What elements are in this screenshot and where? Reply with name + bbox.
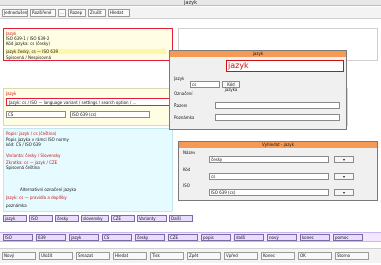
code-search-input[interactable]: cs: [209, 173, 329, 180]
search-dialog-title: Vyhledat - jazyk: [179, 142, 377, 148]
tab-jazyk[interactable]: jazyk: [3, 215, 27, 222]
status-bar: Nový Uložit Smazat Hledat Tisk Zpět Vpře…: [0, 248, 381, 263]
main-pane-label: Jazyk: [6, 91, 17, 96]
status-button-forward[interactable]: Vpřed: [224, 252, 258, 260]
tab-variants[interactable]: Varianty: [137, 215, 167, 222]
lower-pane-heading: Popis: jazyk / cs (čeština): [6, 131, 57, 136]
dialog-row-label: Poznámka: [174, 115, 195, 120]
top-pane: Jazyk ISO 639-1 / ISO 639-2 Kód jazyka: …: [3, 28, 173, 61]
note-field[interactable]: [215, 114, 340, 121]
status-button-ok[interactable]: OK: [298, 252, 332, 260]
toolbar-button-search[interactable]: Hledat: [108, 9, 130, 17]
dialog-row-label: Řazení: [174, 103, 188, 108]
status-button-save[interactable]: Uložit: [39, 252, 73, 260]
status-button-exit[interactable]: Konec: [261, 252, 295, 260]
search-field-label: ISO: [183, 183, 190, 188]
tab-row: jazyk ISO česky slovensky CZE Varianty D…: [3, 214, 378, 223]
name-input[interactable]: jazyk: [226, 60, 344, 72]
bottom-tab-strip: ISO 639 jazyk CS česky CZE popis další n…: [0, 232, 381, 242]
status-button-search[interactable]: Hledat: [113, 252, 147, 260]
bottom-tab[interactable]: další: [234, 234, 264, 241]
tab-czech[interactable]: česky: [55, 215, 79, 222]
status-button-new[interactable]: Nový: [2, 252, 36, 260]
lower-pane-line: Jazyk: cs — pravidla a doplňky: [6, 195, 67, 200]
status-button-back[interactable]: Zpět: [187, 252, 221, 260]
lower-pane-line: Varianta: česky / Slovensky: [6, 153, 61, 158]
search-field-label: Kód: [183, 167, 191, 172]
iso-field[interactable]: ISO 639 (cs): [70, 111, 150, 118]
sort-field[interactable]: [215, 102, 340, 109]
top-pane-line: Spisovná / Nespisovná: [6, 55, 52, 60]
lower-pane-line: poznámka: [6, 203, 27, 208]
dropdown-button[interactable]: ▾: [334, 189, 354, 196]
tab-slovak[interactable]: slovensky: [81, 215, 109, 222]
dropdown-button[interactable]: ▾: [334, 173, 354, 180]
lower-pane-line: Alternativní označení jazyka: [20, 187, 77, 192]
bottom-tab[interactable]: jazyk: [69, 234, 99, 241]
dropdown-button[interactable]: ▾: [334, 156, 354, 163]
dialog-title: jazyk: [170, 51, 346, 57]
bottom-tab[interactable]: popis: [201, 234, 231, 241]
top-pane-line: jazyk český, cs — ISO 639: [6, 49, 166, 54]
toolbar: Jednodušené Rozšířené ... Rozep Zrušit H…: [0, 7, 381, 19]
bottom-tab[interactable]: CZE: [168, 234, 198, 241]
status-button-delete[interactable]: Smazat: [76, 252, 110, 260]
highlight-row-text: Jazyk: cs / ISO — language variant / set…: [9, 100, 137, 105]
tab-more[interactable]: Další: [169, 215, 193, 222]
name-search-input[interactable]: česky: [209, 156, 329, 163]
dialog-row-label: Označení: [174, 91, 193, 96]
code-field[interactable]: CS: [6, 111, 66, 118]
jazyk-dialog: jazyk jazyk Jazyk cs Kód jazyka Označení…: [169, 50, 347, 130]
select-button[interactable]: Kód jazyka: [222, 81, 240, 92]
bottom-tab[interactable]: pomoc: [333, 234, 363, 241]
bottom-tab[interactable]: ISO: [3, 234, 33, 241]
lower-pane: Popis: jazyk / cs (čeština) Popis jazyka…: [3, 128, 173, 212]
dialog-row-label: Jazyk: [174, 76, 185, 81]
toolbar-button-simple[interactable]: Jednodušené: [2, 9, 28, 17]
toolbar-button-more[interactable]: ...: [58, 9, 66, 17]
toolbar-button-cancel[interactable]: Zrušit: [88, 9, 106, 17]
bottom-tab[interactable]: česky: [135, 234, 165, 241]
lower-pane-line: Spisovná čeština: [6, 165, 40, 170]
language-select[interactable]: cs: [190, 81, 220, 88]
bottom-tab[interactable]: nový: [267, 234, 297, 241]
tab-cze[interactable]: CZE: [111, 215, 135, 222]
status-button-cancel[interactable]: Storno: [335, 252, 369, 260]
bottom-tab[interactable]: 639: [36, 234, 66, 241]
toolbar-button-extended[interactable]: Rozšířené: [30, 9, 56, 17]
lower-pane-line: kód: CS / ISO 639: [6, 142, 41, 147]
bottom-tab[interactable]: CS: [102, 234, 132, 241]
search-dialog: Vyhledat - jazyk Název česky ▾ Kód cs ▾ …: [178, 141, 378, 201]
top-pane-line: Kód jazyka: cs (česky): [6, 41, 50, 46]
toolbar-button-expand[interactable]: Rozep: [68, 9, 86, 17]
iso-search-input[interactable]: ISO 639 (cs): [209, 189, 329, 196]
search-field-label: Název: [183, 150, 196, 155]
tab-iso[interactable]: ISO: [29, 215, 53, 222]
status-button-print[interactable]: Tisk: [150, 252, 184, 260]
bottom-tab[interactable]: konec: [300, 234, 330, 241]
window-title: jazyk: [0, 0, 381, 6]
